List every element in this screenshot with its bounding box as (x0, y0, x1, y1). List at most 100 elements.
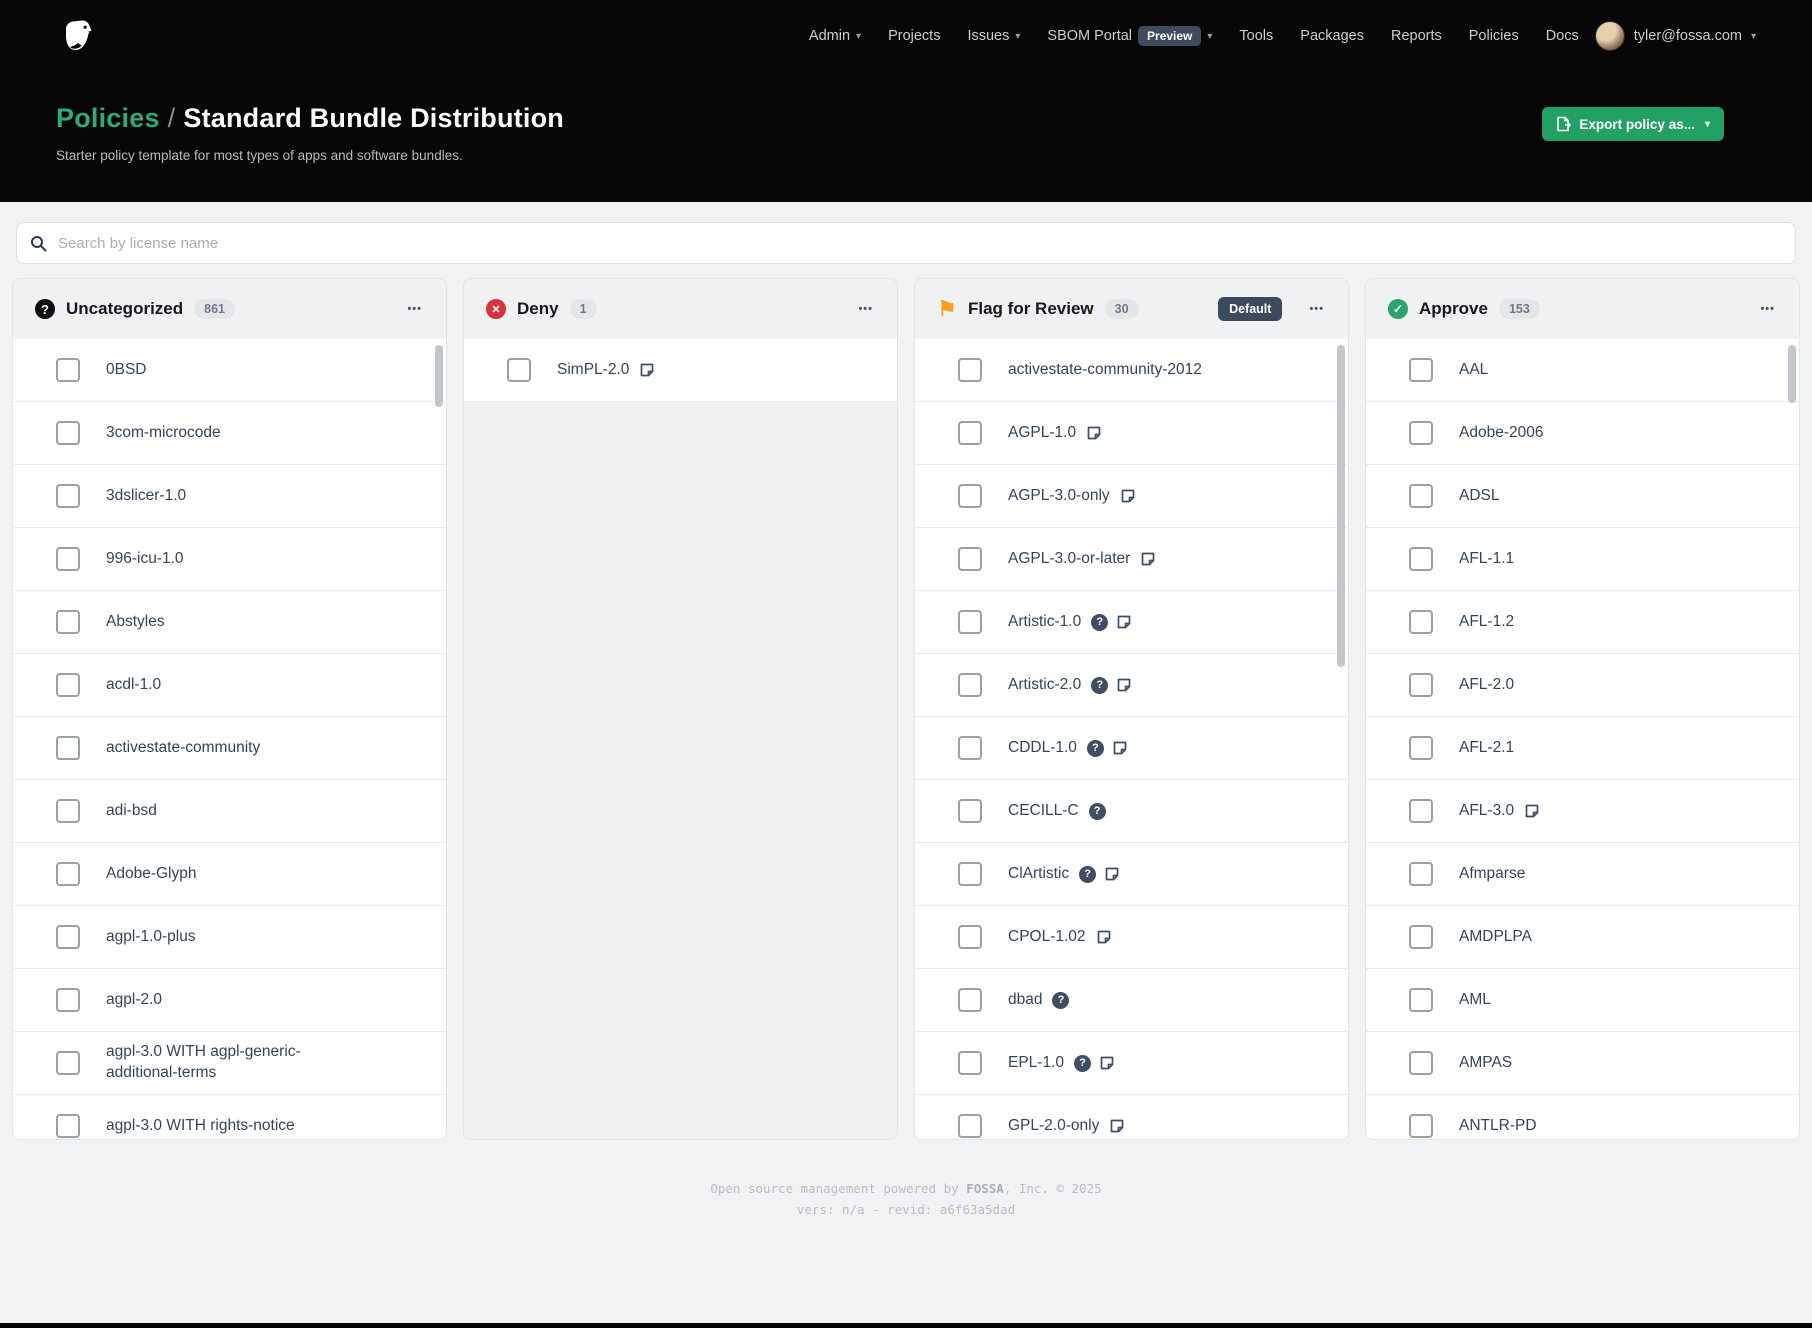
license-name[interactable]: 996-icu-1.0 (106, 549, 184, 570)
license-checkbox[interactable] (1409, 484, 1433, 508)
note-icon[interactable] (1104, 866, 1120, 882)
license-name[interactable]: agpl-3.0 WITH rights-notice (106, 1116, 295, 1137)
note-icon[interactable] (1099, 1055, 1115, 1071)
license-checkbox[interactable] (958, 547, 982, 571)
license-name[interactable]: Adobe-2006 (1459, 423, 1543, 444)
license-name[interactable]: SimPL-2.0 (557, 360, 629, 381)
license-checkbox[interactable] (958, 1114, 982, 1138)
license-checkbox[interactable] (56, 673, 80, 697)
license-checkbox[interactable] (56, 925, 80, 949)
column-scrollbar[interactable] (435, 345, 443, 407)
license-name[interactable]: CECILL-C (1008, 801, 1079, 822)
license-name[interactable]: AML (1459, 990, 1491, 1011)
license-name[interactable]: AGPL-3.0-only (1008, 486, 1110, 507)
nav-item-docs[interactable]: Docs (1546, 28, 1579, 44)
license-checkbox[interactable] (1409, 862, 1433, 886)
license-checkbox[interactable] (1409, 421, 1433, 445)
license-name[interactable]: dbad (1008, 990, 1042, 1011)
license-checkbox[interactable] (958, 799, 982, 823)
nav-item-tools[interactable]: Tools (1239, 28, 1273, 44)
question-icon[interactable]: ? (1074, 1055, 1091, 1072)
license-name[interactable]: AFL-2.0 (1459, 675, 1514, 696)
license-name[interactable]: adi-bsd (106, 801, 157, 822)
nav-item-issues[interactable]: Issues▾ (967, 28, 1020, 44)
question-icon[interactable]: ? (1087, 740, 1104, 757)
export-policy-button[interactable]: Export policy as... ▾ (1542, 107, 1724, 141)
nav-item-sbom-portal[interactable]: SBOM PortalPreview▾ (1047, 26, 1212, 46)
license-name[interactable]: agpl-2.0 (106, 990, 162, 1011)
license-checkbox[interactable] (56, 358, 80, 382)
search-input[interactable] (56, 222, 1795, 264)
license-name[interactable]: Artistic-2.0 (1008, 675, 1081, 696)
license-checkbox[interactable] (507, 358, 531, 382)
license-name[interactable]: Afmparse (1459, 864, 1525, 885)
license-checkbox[interactable] (958, 673, 982, 697)
license-name[interactable]: AMDPLPA (1459, 927, 1532, 948)
license-checkbox[interactable] (56, 988, 80, 1012)
license-checkbox[interactable] (1409, 988, 1433, 1012)
license-checkbox[interactable] (56, 862, 80, 886)
license-name[interactable]: 3dslicer-1.0 (106, 486, 186, 507)
note-icon[interactable] (1112, 740, 1128, 756)
license-name[interactable]: EPL-1.0 (1008, 1053, 1064, 1074)
license-checkbox[interactable] (56, 736, 80, 760)
license-name[interactable]: CDDL-1.0 (1008, 738, 1077, 759)
license-checkbox[interactable] (1409, 610, 1433, 634)
license-checkbox[interactable] (1409, 1114, 1433, 1138)
license-checkbox[interactable] (56, 421, 80, 445)
note-icon[interactable] (1524, 803, 1540, 819)
breadcrumb-policies-link[interactable]: Policies (56, 103, 160, 133)
license-checkbox[interactable] (56, 1114, 80, 1138)
license-name[interactable]: Abstyles (106, 612, 165, 633)
note-icon[interactable] (1140, 551, 1156, 567)
license-checkbox[interactable] (1409, 736, 1433, 760)
license-name[interactable]: AGPL-3.0-or-later (1008, 549, 1130, 570)
license-checkbox[interactable] (958, 988, 982, 1012)
note-icon[interactable] (1116, 677, 1132, 693)
license-checkbox[interactable] (1409, 547, 1433, 571)
license-checkbox[interactable] (56, 484, 80, 508)
license-checkbox[interactable] (958, 862, 982, 886)
license-name[interactable]: GPL-2.0-only (1008, 1116, 1099, 1137)
license-checkbox[interactable] (958, 421, 982, 445)
question-icon[interactable]: ? (1091, 614, 1108, 631)
note-icon[interactable] (1086, 425, 1102, 441)
license-name[interactable]: AFL-1.1 (1459, 549, 1514, 570)
license-name[interactable]: ANTLR-PD (1459, 1116, 1537, 1137)
nav-item-packages[interactable]: Packages (1300, 28, 1364, 44)
license-checkbox[interactable] (1409, 1051, 1433, 1075)
license-checkbox[interactable] (56, 1051, 80, 1075)
license-checkbox[interactable] (1409, 799, 1433, 823)
license-checkbox[interactable] (958, 925, 982, 949)
nav-item-reports[interactable]: Reports (1391, 28, 1442, 44)
note-icon[interactable] (1120, 488, 1136, 504)
license-checkbox[interactable] (958, 610, 982, 634)
question-icon[interactable]: ? (1052, 992, 1069, 1009)
license-checkbox[interactable] (1409, 673, 1433, 697)
license-checkbox[interactable] (1409, 358, 1433, 382)
license-name[interactable]: AFL-3.0 (1459, 801, 1514, 822)
license-checkbox[interactable] (56, 547, 80, 571)
license-checkbox[interactable] (958, 484, 982, 508)
license-name[interactable]: agpl-1.0-plus (106, 927, 196, 948)
license-name[interactable]: AMPAS (1459, 1053, 1512, 1074)
note-icon[interactable] (1096, 929, 1112, 945)
nav-item-projects[interactable]: Projects (888, 28, 940, 44)
license-name[interactable]: activestate-community-2012 (1008, 360, 1202, 381)
license-checkbox[interactable] (56, 610, 80, 634)
column-scrollbar[interactable] (1337, 345, 1345, 667)
license-name[interactable]: ADSL (1459, 486, 1500, 507)
license-name[interactable]: AAL (1459, 360, 1488, 381)
license-checkbox[interactable] (958, 736, 982, 760)
note-icon[interactable] (1109, 1118, 1125, 1134)
license-name[interactable]: 0BSD (106, 360, 147, 381)
license-checkbox[interactable] (958, 1051, 982, 1075)
note-icon[interactable] (639, 362, 655, 378)
nav-item-admin[interactable]: Admin▾ (809, 28, 861, 44)
license-name[interactable]: AGPL-1.0 (1008, 423, 1076, 444)
license-checkbox[interactable] (56, 799, 80, 823)
license-name[interactable]: 3com-microcode (106, 423, 221, 444)
license-checkbox[interactable] (958, 358, 982, 382)
license-name[interactable]: AFL-1.2 (1459, 612, 1514, 633)
question-icon[interactable]: ? (1089, 803, 1106, 820)
